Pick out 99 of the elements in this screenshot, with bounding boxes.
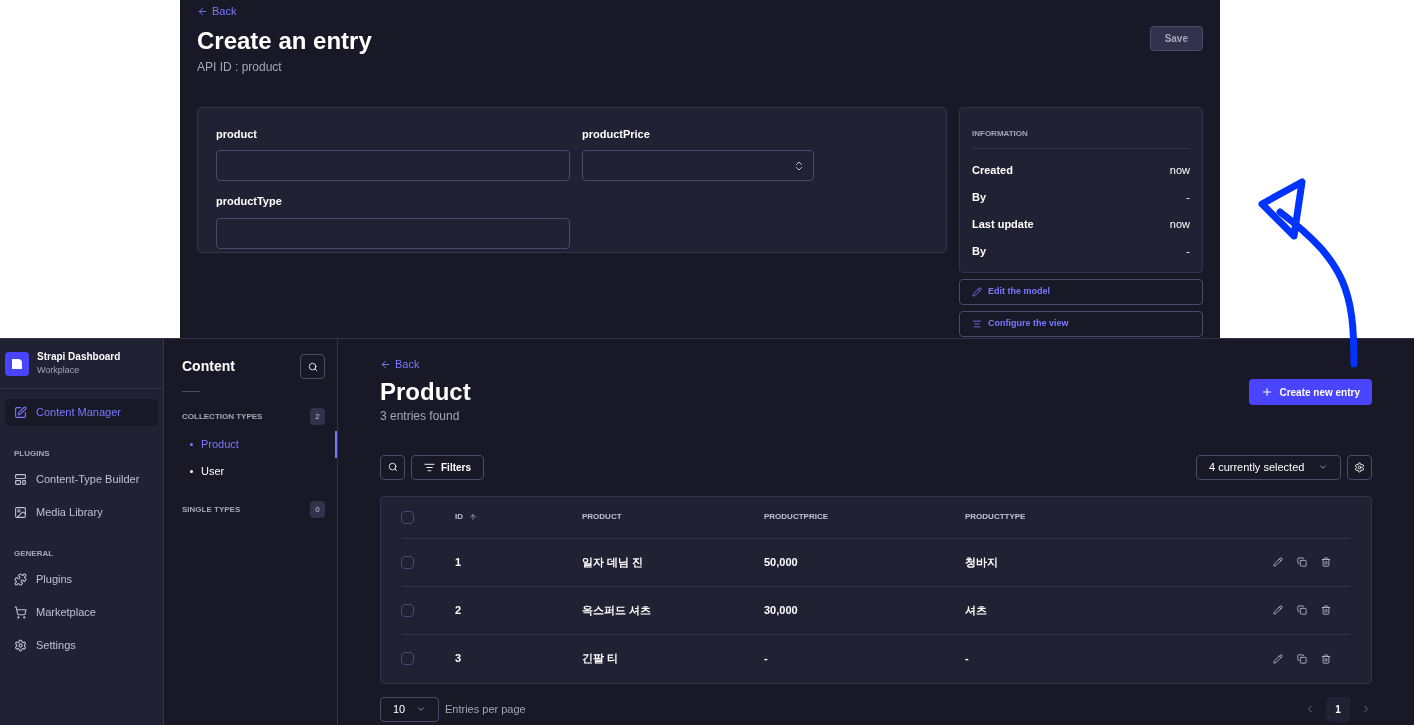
column-header[interactable]: PRODUCT [582,511,764,523]
count-badge: 0 [310,501,325,518]
table-cell-text: 일자 데님 진 [582,554,645,570]
table-cell-text: 1 [455,554,463,570]
sidebar-item[interactable]: Marketplace [5,599,158,626]
sidebar-item[interactable]: Media Library [5,499,158,526]
page-title: Product [380,376,471,407]
table-cell-text: 50,000 [764,554,799,570]
action-button[interactable]: Configure the view [959,310,1203,337]
action-button[interactable]: Edit the model [959,278,1203,305]
create-entry-button[interactable]: Create new entry [1249,379,1372,405]
duplicate-icon[interactable] [1297,653,1307,664]
info-label: By [972,189,987,204]
table-cell-text: 3 [455,651,463,667]
group-heading: COLLECTION TYPES [182,410,263,423]
row-checkbox[interactable] [401,603,414,617]
workspace-name: Workplace [37,364,81,378]
settings-button[interactable] [1347,454,1372,480]
search-icon [307,361,318,372]
delete-icon[interactable] [1321,653,1331,664]
search-button[interactable] [380,454,405,480]
edit-icon[interactable] [1273,653,1283,664]
info-value: now [1169,162,1190,177]
table-cell-text: - [965,651,970,667]
back-arrow-icon [380,358,391,370]
stepper-icon [793,159,805,172]
field-label: productType [216,194,283,209]
logo-icon [5,351,29,376]
collection-link[interactable]: Product [182,431,337,458]
pen-square-icon [14,406,27,419]
duplicate-icon[interactable] [1297,605,1307,615]
save-button[interactable]: Save [1149,26,1203,51]
section-heading: PLUGINS [13,448,51,460]
table-cell-text: 옥스퍼드 셔츠 [582,602,653,618]
search-button[interactable] [300,354,325,379]
columns-dropdown[interactable]: 4 currently selected [1196,454,1341,480]
nav-title: Content [182,357,235,376]
sidebar-item[interactable]: Content Manager [5,399,158,426]
count-badge: 2 [310,408,325,425]
settings-icon [14,639,27,652]
caret-icon [1318,462,1328,472]
field-label: productPrice [582,126,651,142]
info-value: now [1169,216,1190,231]
section-heading: GENERAL [13,548,55,560]
image-icon [14,506,27,519]
text-field[interactable] [216,217,570,249]
delete-icon[interactable] [1321,605,1331,615]
entries-count: 3 entries found [380,407,461,425]
cart-icon [14,606,27,619]
row-checkbox[interactable] [401,555,414,569]
table-cell-text: - [764,651,769,667]
delete-icon[interactable] [1321,557,1331,567]
page-size-label: Entries per page [445,701,526,717]
column-header[interactable]: PRODUCTTYPE [965,511,1241,523]
info-value: - [1186,243,1190,258]
page-button[interactable]: 1 [1326,696,1350,722]
table-cell-text: 2 [455,602,463,618]
column-header[interactable]: PRODUCTPRICE [764,511,965,523]
row-checkbox[interactable] [401,652,414,665]
puzzle-icon [14,573,27,586]
column-header[interactable]: ID [455,511,582,523]
info-label: Created [972,162,1013,177]
filters-button[interactable]: Filters [411,454,484,480]
table-cell-text: 30,000 [764,602,799,618]
pencil-icon [972,286,982,297]
back-link[interactable]: Back [197,3,372,20]
brand-name: Strapi Dashboard [37,350,121,365]
table-cell-text: 청바지 [965,554,999,570]
select-all-checkbox[interactable] [401,510,414,524]
plus-icon [1261,386,1274,398]
number-field[interactable] [582,150,814,181]
search-icon [387,462,398,472]
info-label: By [972,243,987,258]
back-arrow-icon [197,5,208,17]
info-value: - [1186,189,1190,204]
text-field[interactable] [216,150,570,181]
information-heading: INFORMATION [972,127,1190,149]
filter-icon [424,461,435,473]
duplicate-icon[interactable] [1297,557,1307,567]
caret-icon [416,704,426,714]
sidebar-item[interactable]: Plugins [5,566,158,593]
sidebar-item[interactable]: Settings [5,632,158,659]
table-cell-text: 긴팔 티 [582,651,620,667]
table-cell-text: 셔츠 [965,602,988,618]
page-title: Create an entry [197,25,372,56]
edit-icon[interactable] [1273,605,1283,615]
edit-icon[interactable] [1273,557,1283,567]
info-label: Last update [972,216,1034,231]
group-heading: SINGLE TYPES [182,503,241,516]
settings-icon [1354,461,1365,473]
sort-icon [469,513,477,521]
back-link[interactable]: Back [380,356,471,373]
page-size-select[interactable]: 10 [380,696,439,722]
page-subtitle: API ID : product [197,58,283,76]
collection-link[interactable]: User [182,458,325,485]
layout-icon [14,473,27,486]
field-label: product [216,126,258,142]
lines-icon [972,318,982,329]
sidebar-item[interactable]: Content-Type Builder [5,466,158,493]
